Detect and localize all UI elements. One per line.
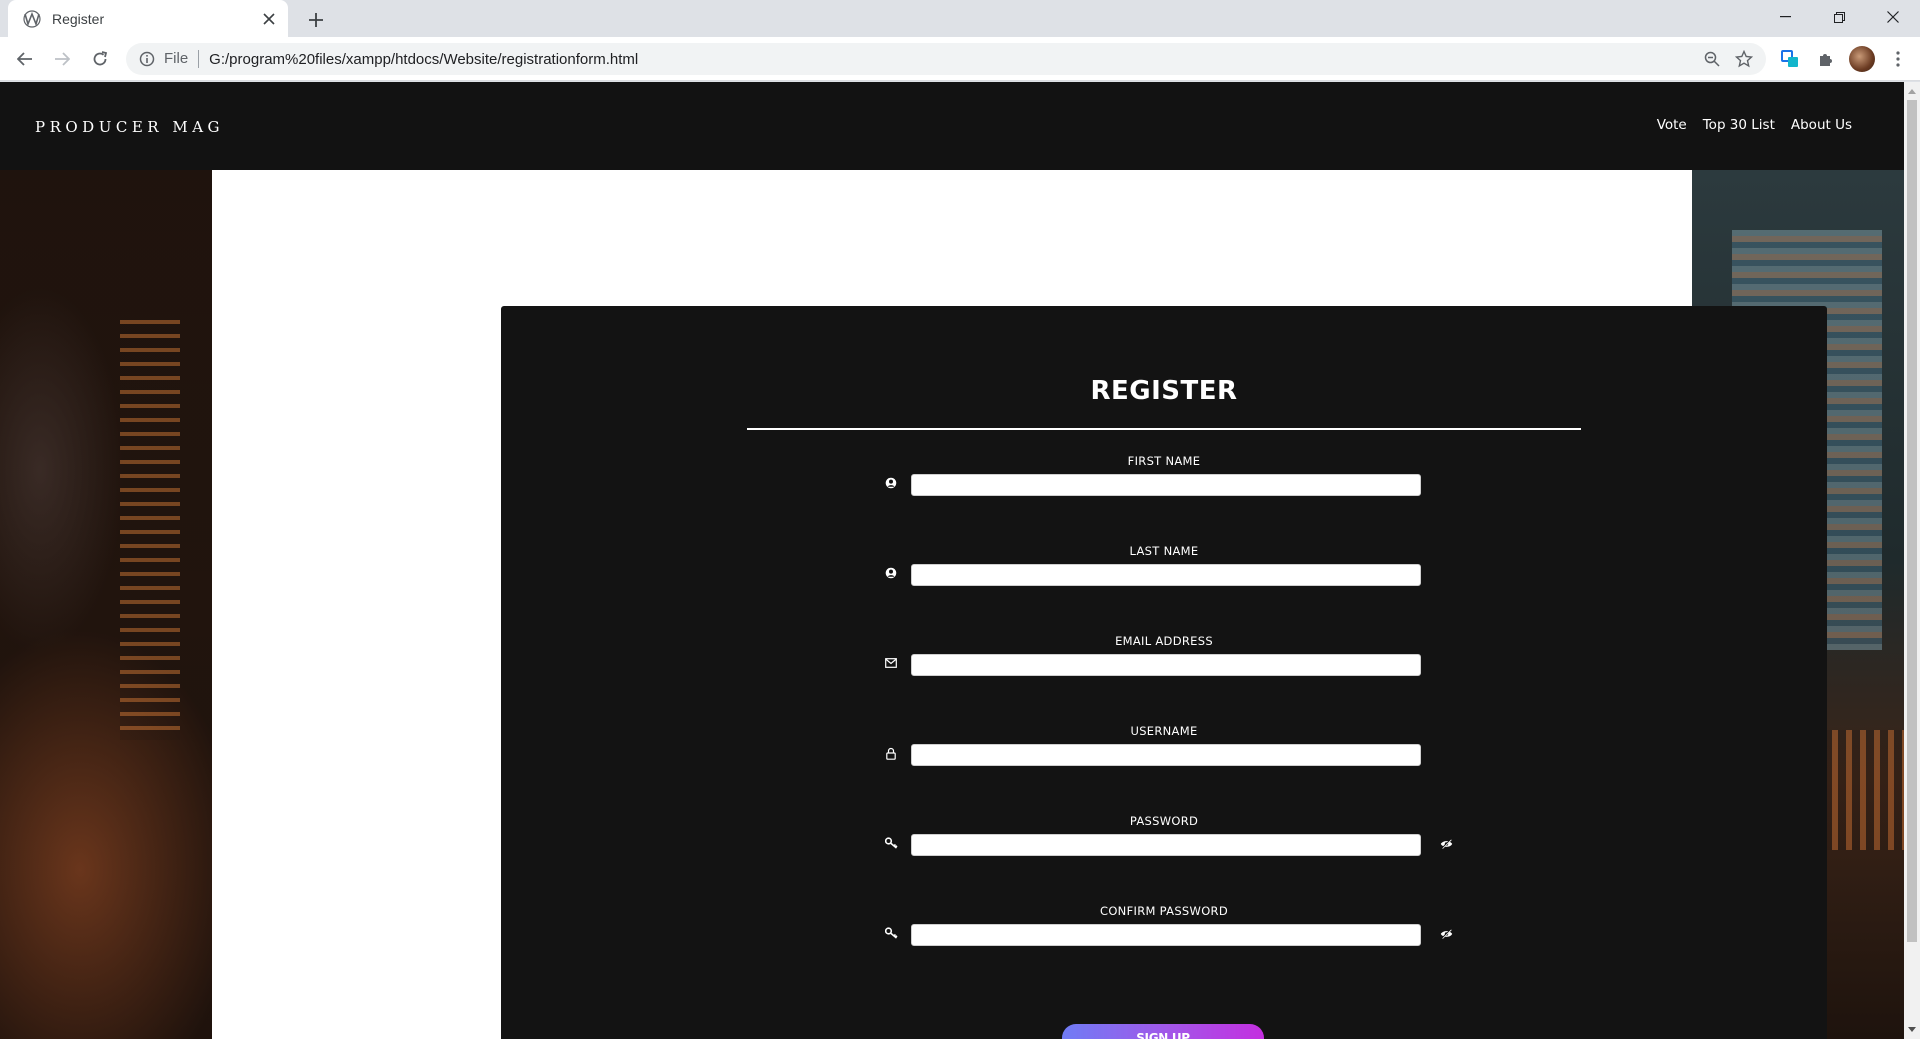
eye-slash-icon[interactable] [1438, 926, 1454, 942]
sign-up-button[interactable]: SIGN UP [1062, 1024, 1264, 1039]
form-title: REGISTER [1090, 376, 1238, 406]
title-divider [747, 428, 1581, 430]
username-input[interactable] [911, 744, 1421, 766]
browser-tab[interactable]: Register [8, 0, 288, 37]
info-icon[interactable] [138, 50, 156, 68]
user-circle-icon [883, 475, 899, 491]
nav-link-vote[interactable]: Vote [1657, 117, 1687, 133]
key-icon [883, 835, 899, 851]
scheme-label: File [164, 50, 200, 68]
field-last-name: LAST NAME [501, 544, 1827, 604]
field-password: PASSWORD [501, 814, 1827, 874]
address-bar[interactable]: File G:/program%20files/xampp/htdocs/Web… [126, 43, 1766, 75]
eye-slash-icon[interactable] [1438, 836, 1454, 852]
new-tab-button[interactable] [302, 6, 330, 34]
page-scrollbar[interactable] [1904, 82, 1920, 1039]
site-logo[interactable]: PRODUCER MAG [35, 118, 224, 136]
star-icon[interactable] [1732, 47, 1756, 71]
nav-link-about-us[interactable]: About Us [1791, 117, 1852, 133]
first-name-label: FIRST NAME [1127, 454, 1201, 468]
confirm-password-label: CONFIRM PASSWORD [1100, 904, 1228, 918]
zoom-icon[interactable] [1700, 47, 1724, 71]
nav-link-top-30-list[interactable]: Top 30 List [1703, 117, 1775, 133]
browser-tabstrip: Register [0, 0, 1920, 37]
key-icon [883, 925, 899, 941]
background-photo-left [0, 170, 212, 1039]
tab-title: Register [52, 10, 105, 27]
restore-button[interactable] [1812, 0, 1866, 34]
minimize-button[interactable] [1758, 0, 1812, 34]
window-controls [1758, 0, 1920, 34]
url-text[interactable]: G:/program%20files/xampp/htdocs/Website/… [209, 51, 638, 68]
content-panel: REGISTER FIRST NAME LAST NAME EMAIL ADDR… [212, 170, 1827, 1039]
forward-icon[interactable] [48, 45, 76, 73]
field-username: USERNAME [501, 724, 1827, 784]
omnibox-actions [1700, 47, 1756, 71]
back-icon[interactable] [11, 45, 39, 73]
site-header: PRODUCER MAG Vote Top 30 List About Us [0, 82, 1904, 170]
extension-icon[interactable] [1776, 45, 1804, 73]
username-label: USERNAME [1130, 724, 1198, 738]
extensions-area [1776, 45, 1920, 73]
tab-close-icon[interactable] [260, 10, 278, 28]
email-label: EMAIL ADDRESS [1115, 634, 1213, 648]
menu-icon[interactable] [1884, 45, 1912, 73]
puzzle-icon[interactable] [1812, 45, 1840, 73]
last-name-label: LAST NAME [1129, 544, 1199, 558]
envelope-icon [883, 655, 899, 671]
scroll-up-icon[interactable] [1908, 87, 1916, 95]
password-input[interactable] [911, 834, 1421, 856]
profile-avatar[interactable] [1848, 45, 1876, 73]
page-viewport: PRODUCER MAG Vote Top 30 List About Us R… [0, 82, 1904, 1039]
reload-icon[interactable] [86, 45, 114, 73]
user-circle-icon [883, 565, 899, 581]
scrollbar-thumb[interactable] [1907, 100, 1917, 942]
field-confirm-password: CONFIRM PASSWORD [501, 904, 1827, 964]
site-nav: Vote Top 30 List About Us [1657, 117, 1852, 133]
scroll-down-icon[interactable] [1908, 1025, 1916, 1033]
browser-toolbar: File G:/program%20files/xampp/htdocs/Web… [0, 37, 1920, 81]
avatar [1849, 46, 1875, 72]
email-input[interactable] [911, 654, 1421, 676]
register-form: REGISTER FIRST NAME LAST NAME EMAIL ADDR… [501, 306, 1827, 1039]
field-email: EMAIL ADDRESS [501, 634, 1827, 694]
last-name-input[interactable] [911, 564, 1421, 586]
favicon-icon [22, 9, 42, 29]
password-label: PASSWORD [1129, 814, 1199, 828]
close-window-button[interactable] [1866, 0, 1920, 34]
lock-icon [883, 745, 899, 761]
confirm-password-input[interactable] [911, 924, 1421, 946]
field-first-name: FIRST NAME [501, 454, 1827, 514]
first-name-input[interactable] [911, 474, 1421, 496]
